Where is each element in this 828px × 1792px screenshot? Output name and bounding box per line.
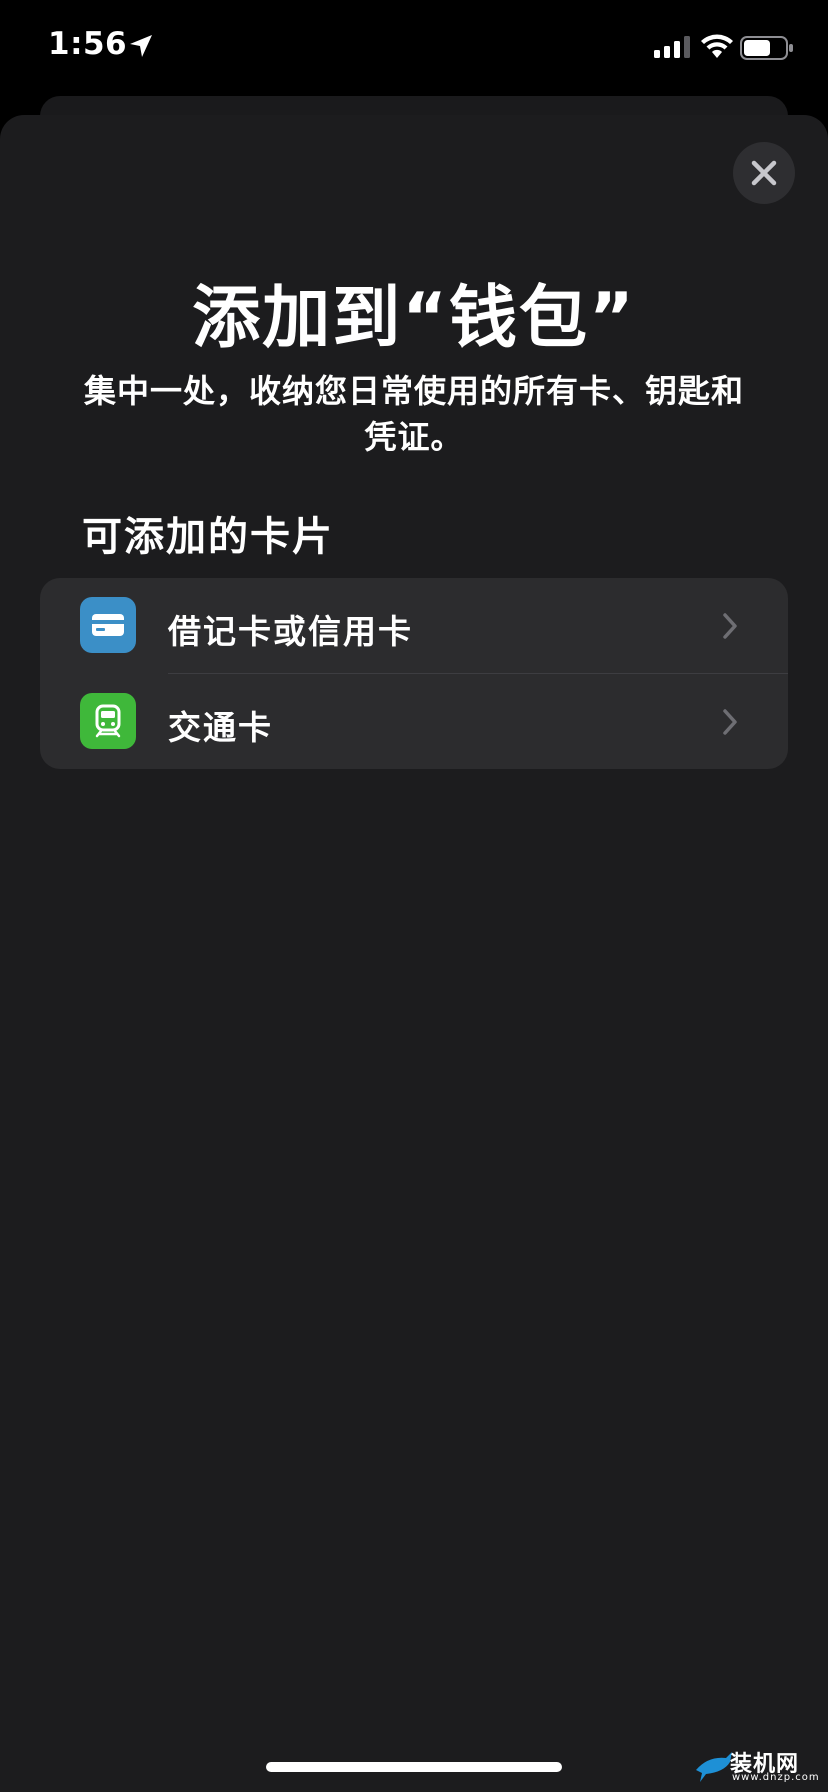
sheet-title: 添加到“钱包” xyxy=(192,279,636,358)
close-icon xyxy=(751,160,777,186)
cellular-signal-icon xyxy=(654,36,690,58)
train-icon xyxy=(80,693,136,749)
list-item-transit-card[interactable]: 交通卡 xyxy=(40,674,788,769)
sheet-subtitle: 集中一处，收纳您日常使用的所有卡、钥匙和凭证。 xyxy=(83,372,744,456)
card-type-list: 借记卡或信用卡 交通卡 xyxy=(40,578,788,769)
watermark: 装机网 www.dnzp.com xyxy=(694,1744,824,1790)
chevron-right-icon xyxy=(723,709,737,735)
credit-card-icon xyxy=(80,597,136,653)
list-item-label: 交通卡 xyxy=(168,708,273,747)
chevron-right-icon xyxy=(723,613,737,639)
add-to-wallet-sheet xyxy=(0,115,828,1792)
home-indicator[interactable] xyxy=(266,1762,562,1772)
section-header: 可添加的卡片 xyxy=(82,514,334,560)
status-bar: 1:56 xyxy=(0,0,828,100)
battery-icon xyxy=(740,36,793,60)
watermark-url: www.dnzp.com xyxy=(732,1772,820,1783)
close-button[interactable] xyxy=(733,142,795,204)
list-item-label: 借记卡或信用卡 xyxy=(168,612,413,651)
list-item-debit-credit-card[interactable]: 借记卡或信用卡 xyxy=(40,578,788,673)
location-arrow-icon xyxy=(130,35,152,57)
wifi-icon xyxy=(701,34,733,58)
status-time: 1:56 xyxy=(48,26,128,62)
shark-logo-icon xyxy=(696,1752,732,1782)
